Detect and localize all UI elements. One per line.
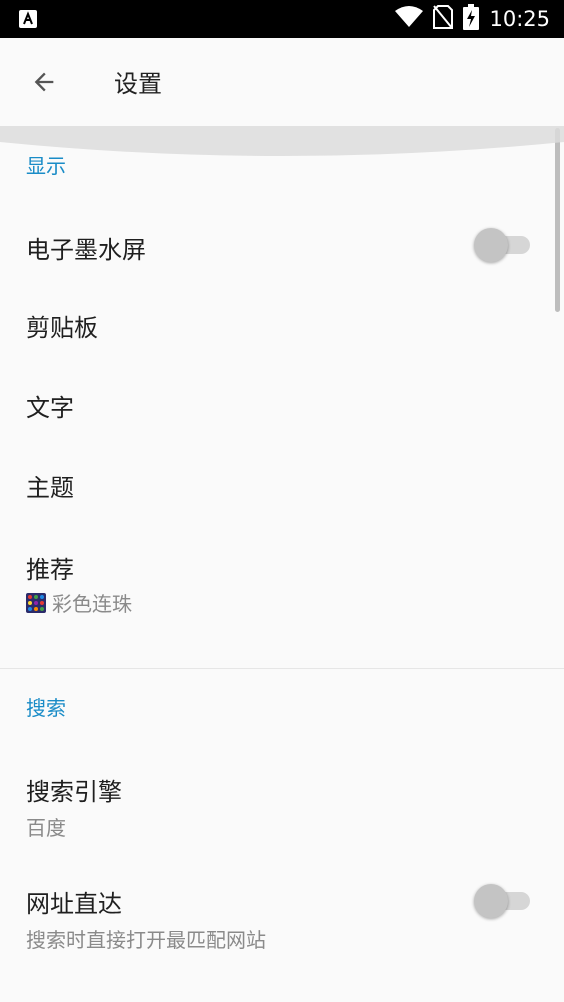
setting-title: 主题 (26, 474, 74, 502)
setting-title: 电子墨水屏 (26, 236, 146, 264)
setting-subtitle: 彩色连珠 (26, 588, 132, 617)
setting-title: 网址直达 (26, 890, 122, 918)
setting-title: 剪贴板 (26, 314, 98, 342)
section-header-display: 显示 (26, 154, 66, 178)
toggle-knob (474, 884, 508, 918)
toggle-knob (474, 228, 508, 262)
setting-text[interactable]: 文字 (0, 368, 564, 448)
no-sim-icon (433, 5, 454, 33)
section-divider (0, 668, 564, 669)
color-beads-app-icon (26, 592, 46, 613)
accessibility-a-icon (18, 9, 38, 29)
setting-subtitle: 搜索时直接打开最匹配网站 (26, 928, 266, 952)
eink-toggle-switch[interactable] (474, 226, 530, 264)
setting-subtitle: 百度 (26, 816, 66, 840)
battery-charging-icon (463, 4, 480, 34)
setting-eink-screen[interactable]: 电子墨水屏 (0, 204, 564, 288)
arrow-back-icon (34, 72, 54, 92)
direct-url-toggle-switch[interactable] (474, 882, 530, 920)
setting-theme[interactable]: 主题 (0, 448, 564, 528)
page-title: 设置 (114, 70, 162, 98)
setting-title: 推荐 (26, 556, 74, 584)
recommend-app-name: 彩色连珠 (52, 592, 132, 616)
wifi-icon (395, 6, 424, 32)
setting-title: 搜索引擎 (26, 778, 122, 806)
app-bar: 设置 (0, 38, 564, 126)
scrollbar[interactable] (555, 128, 560, 312)
setting-clipboard[interactable]: 剪贴板 (0, 288, 564, 368)
settings-list: 显示 电子墨水屏 剪贴板 文字 主题 推荐 彩色连珠 搜索 搜索引擎 百度 网址… (0, 126, 564, 1002)
section-header-search: 搜索 (26, 696, 66, 720)
status-time: 10:25 (489, 7, 550, 31)
setting-search-engine[interactable]: 搜索引擎 百度 (0, 744, 564, 856)
setting-title: 文字 (26, 394, 74, 422)
back-button[interactable] (24, 60, 64, 104)
setting-recommend[interactable]: 推荐 彩色连珠 (0, 528, 564, 668)
setting-direct-url[interactable]: 网址直达 搜索时直接打开最匹配网站 (0, 856, 564, 968)
status-icons: 10:25 (395, 0, 550, 38)
status-bar: 10:25 (0, 0, 564, 38)
